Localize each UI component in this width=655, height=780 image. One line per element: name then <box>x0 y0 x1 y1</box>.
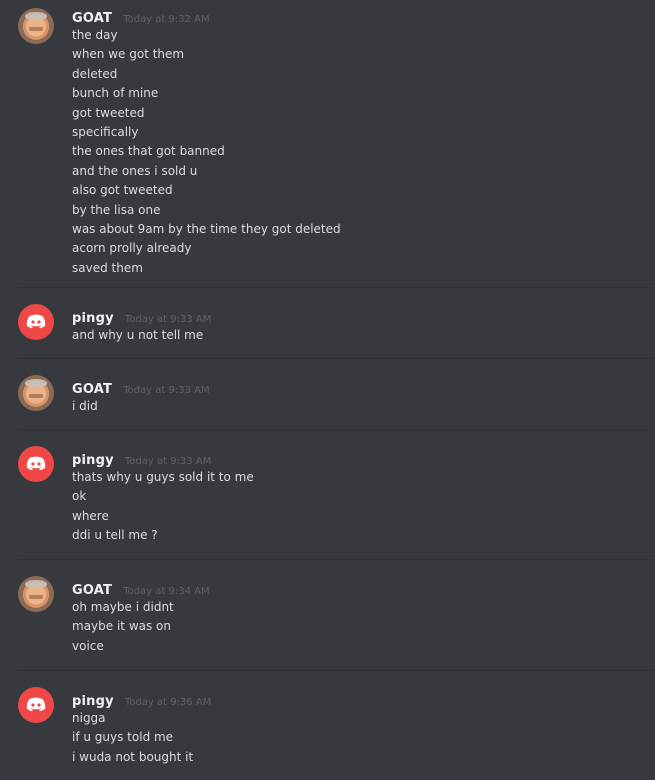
message-content: pingy Today at 9:36 AM nigga if u guys t… <box>72 691 635 767</box>
message-line: got tweeted <box>72 105 145 120</box>
message-line: nigga <box>72 711 106 725</box>
message-timestamp: Today at 9:33 AM <box>124 314 212 325</box>
chat-messages: GOAT Today at 9:32 AM the day when we go… <box>0 0 655 780</box>
message-line: voice <box>72 638 104 653</box>
message-line: ddi u tell me ? <box>72 528 158 543</box>
discord-logo-icon <box>26 456 46 471</box>
message-header: pingy Today at 9:33 AM <box>72 308 635 326</box>
discord-avatar[interactable] <box>18 304 54 340</box>
message-line: the ones that got banned <box>72 144 225 159</box>
author-name[interactable]: pingy <box>72 311 114 326</box>
message-line: i did <box>72 399 98 413</box>
message-timestamp: Today at 9:34 AM <box>123 586 210 597</box>
message-line: also got tweeted <box>72 183 173 198</box>
message-line: bunch of mine <box>72 86 159 101</box>
discord-logo-icon <box>26 314 46 329</box>
message-line: maybe it was on <box>72 619 171 634</box>
message-header: pingy Today at 9:36 AM <box>72 691 635 709</box>
message-header: GOAT Today at 9:32 AM <box>72 8 635 26</box>
message-group: pingy Today at 9:33 AM thats why u guys … <box>0 430 655 559</box>
message-line: where <box>72 508 109 523</box>
author-name[interactable]: GOAT <box>72 382 112 397</box>
author-name[interactable]: pingy <box>72 694 114 709</box>
author-name[interactable]: GOAT <box>72 11 112 26</box>
message-line: ok <box>72 489 87 504</box>
author-name[interactable]: pingy <box>72 453 114 468</box>
message-line: saved them <box>72 260 143 275</box>
message-line: and why u not tell me <box>72 328 204 342</box>
message-line: i wuda not bought it <box>72 749 194 764</box>
message-line: by the lisa one <box>72 202 161 217</box>
message-line: acorn prolly already <box>72 241 192 256</box>
discord-avatar[interactable] <box>18 446 54 482</box>
message-content: pingy Today at 9:33 AM thats why u guys … <box>72 450 635 546</box>
message-line: thats why u guys sold it to me <box>72 470 254 484</box>
message-line: the day <box>72 28 118 42</box>
message-timestamp: Today at 9:36 AM <box>124 697 212 708</box>
message-group: GOAT Today at 9:33 AM i did <box>0 359 655 429</box>
message-group: GOAT Today at 9:34 AM oh maybe i didnt m… <box>0 560 655 670</box>
message-header: GOAT Today at 9:34 AM <box>72 580 635 598</box>
message-content: GOAT Today at 9:33 AM i did <box>72 379 635 416</box>
message-header: GOAT Today at 9:33 AM <box>72 379 635 397</box>
message-line: deleted <box>72 66 118 81</box>
message-content: GOAT Today at 9:34 AM oh maybe i didnt m… <box>72 580 635 656</box>
author-name[interactable]: GOAT <box>72 583 112 598</box>
discord-avatar[interactable] <box>18 687 54 723</box>
message-group: GOAT Today at 9:32 AM the day when we go… <box>0 0 655 287</box>
message-timestamp: Today at 9:33 AM <box>123 385 210 396</box>
message-content: GOAT Today at 9:32 AM the day when we go… <box>72 8 635 278</box>
goat-avatar[interactable] <box>18 375 54 411</box>
goat-avatar[interactable] <box>18 576 54 612</box>
goat-avatar[interactable] <box>18 8 54 44</box>
message-group: pingy Today at 9:33 AM and why u not tel… <box>0 288 655 358</box>
message-header: pingy Today at 9:33 AM <box>72 450 635 468</box>
message-line: when we got them <box>72 47 185 62</box>
message-line: was about 9am by the time they got delet… <box>72 222 341 237</box>
message-group: pingy Today at 9:36 AM nigga if u guys t… <box>0 671 655 780</box>
message-timestamp: Today at 9:32 AM <box>123 14 210 25</box>
message-line: if u guys told me <box>72 730 174 745</box>
message-line: oh maybe i didnt <box>72 600 174 614</box>
message-timestamp: Today at 9:33 AM <box>124 456 212 467</box>
message-line: and the ones i sold u <box>72 163 198 178</box>
message-content: pingy Today at 9:33 AM and why u not tel… <box>72 308 635 345</box>
message-line: specifically <box>72 125 139 140</box>
discord-logo-icon <box>26 697 46 712</box>
